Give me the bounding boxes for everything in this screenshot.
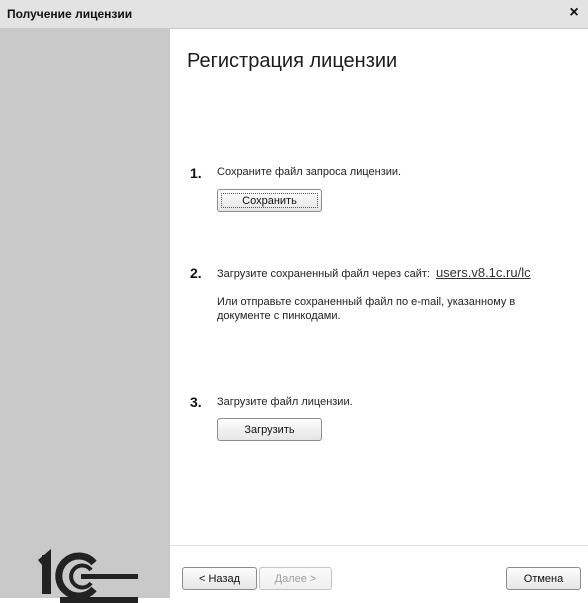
cancel-button[interactable]: Отмена <box>506 567 581 590</box>
step-1-number: 1. <box>190 165 202 181</box>
back-button[interactable]: < Назад <box>182 567 257 590</box>
step-3-number: 3. <box>190 394 202 410</box>
license-dialog: Получение лицензии × Регистрация лицензи… <box>0 0 588 603</box>
step-2-note-line-1: Или отправьте сохраненный файл по e-mail… <box>217 296 516 308</box>
1c-logo-icon <box>38 549 138 603</box>
step-2-text: Загрузите сохраненный файл через сайт: us… <box>217 265 531 280</box>
footer-separator <box>170 545 588 546</box>
step-1-text: Сохраните файл запроса лицензии. <box>217 166 402 178</box>
window-title: Получение лицензии <box>7 7 133 21</box>
step-2-number: 2. <box>190 265 202 281</box>
close-icon[interactable]: × <box>566 4 582 22</box>
title-bar: Получение лицензии × <box>0 0 588 29</box>
sidebar-panel <box>0 29 170 603</box>
license-site-link[interactable]: users.v8.1c.ru/lc <box>436 265 531 280</box>
next-button[interactable]: Далее > <box>259 567 332 590</box>
page-title: Регистрация лицензии <box>187 50 398 72</box>
main-panel: Регистрация лицензии 1. Сохраните файл з… <box>170 29 588 598</box>
step-3-text: Загрузите файл лицензии. <box>217 396 353 408</box>
load-button[interactable]: Загрузить <box>217 418 322 441</box>
step-2-note-line-2: документе с пинкодами. <box>217 310 341 322</box>
save-button[interactable]: Сохранить <box>217 189 322 212</box>
step-2-label: Загрузите сохраненный файл через сайт: <box>217 268 430 280</box>
